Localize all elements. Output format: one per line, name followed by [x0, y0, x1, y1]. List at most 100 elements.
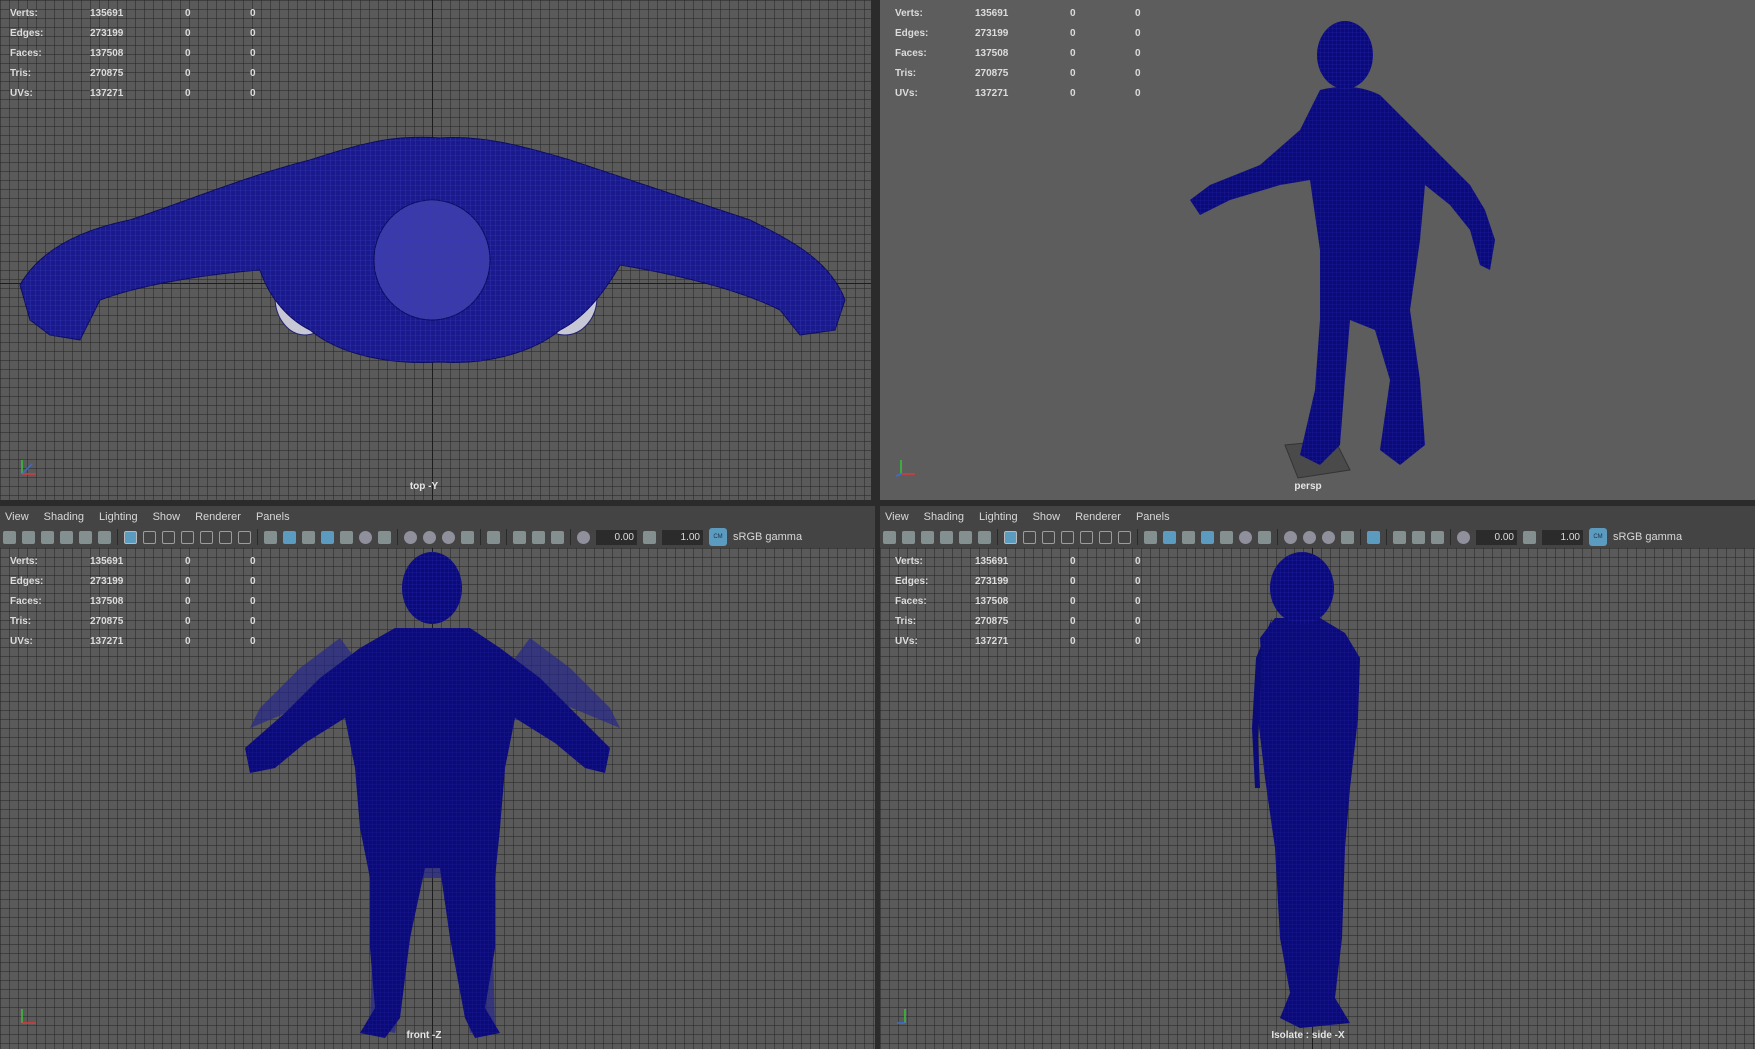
resolution-gate-icon[interactable]: [1042, 530, 1055, 544]
stat-triangles: 0: [250, 555, 256, 567]
gamma-icon[interactable]: [643, 530, 656, 544]
exposure-icon[interactable]: [577, 530, 590, 544]
safe-action-icon[interactable]: [219, 530, 232, 544]
depth-of-field-icon[interactable]: [461, 530, 474, 544]
stat-triangles: 0: [250, 575, 256, 587]
film-gate-icon[interactable]: [1023, 530, 1036, 544]
gate-mask-icon[interactable]: [181, 530, 194, 544]
stat-label: Tris:: [895, 67, 917, 79]
xray-icon[interactable]: [1393, 530, 1406, 544]
film-gate-icon[interactable]: [143, 530, 156, 544]
grid-toggle-icon[interactable]: [1004, 530, 1017, 544]
stats-row: UVs: 137271 0 0: [895, 631, 1165, 651]
xray-joints-icon[interactable]: [1431, 530, 1444, 544]
stat-value: 137271: [975, 635, 1009, 647]
gamma-icon[interactable]: [1523, 530, 1536, 544]
field-chart-icon[interactable]: [200, 530, 213, 544]
grid-toggle-icon[interactable]: [124, 530, 137, 544]
gamma-field[interactable]: 1.00: [662, 529, 703, 545]
stats-row: Tris: 270875 0 0: [10, 611, 280, 631]
camera-attributes-icon[interactable]: [22, 530, 35, 544]
shadows-icon[interactable]: [378, 530, 391, 544]
two-d-pan-zoom-icon[interactable]: [959, 530, 972, 544]
wireframe-icon[interactable]: [1144, 530, 1157, 544]
stat-label: UVs:: [10, 87, 33, 99]
menu-lighting[interactable]: Lighting: [979, 511, 1018, 523]
viewport-persp[interactable]: Verts: 135691 0 0 Edges: 273199 0 0 Faces: 1375…: [880, 0, 1755, 500]
menu-show[interactable]: Show: [153, 511, 181, 523]
menu-panels[interactable]: Panels: [256, 511, 290, 523]
menu-view[interactable]: View: [885, 511, 909, 523]
view-transform-label[interactable]: sRGB gamma: [1613, 531, 1682, 543]
color-management-icon[interactable]: CM: [709, 528, 727, 546]
viewport-top[interactable]: Verts: 135691 0 0 Edges: 273199 0 0 Faces: 1375…: [0, 0, 871, 500]
gate-mask-icon[interactable]: [1061, 530, 1074, 544]
image-plane-icon[interactable]: [60, 530, 73, 544]
select-camera-icon[interactable]: [3, 530, 16, 544]
wireframe-on-shaded-icon[interactable]: [1201, 530, 1214, 544]
viewport-side[interactable]: Verts: 135691 0 0 Edges: 273199 0 0 Faces: 1375…: [880, 548, 1755, 1049]
default-material-icon[interactable]: [1182, 530, 1195, 544]
field-chart-icon[interactable]: [1080, 530, 1093, 544]
stat-triangles: 0: [1135, 635, 1141, 647]
select-camera-icon[interactable]: [883, 530, 896, 544]
screen-space-ao-icon[interactable]: [1284, 530, 1297, 544]
toolbar-separator: [1450, 529, 1451, 545]
toolbar-separator: [1386, 529, 1387, 545]
menu-shading[interactable]: Shading: [44, 511, 84, 523]
bookmark-icon[interactable]: [921, 530, 934, 544]
default-material-icon[interactable]: [302, 530, 315, 544]
motion-blur-icon[interactable]: [423, 530, 436, 544]
image-plane-icon[interactable]: [940, 530, 953, 544]
xray-joints-icon[interactable]: [551, 530, 564, 544]
menu-renderer[interactable]: Renderer: [1075, 511, 1121, 523]
toolbar-separator: [117, 529, 118, 545]
color-management-icon[interactable]: CM: [1589, 528, 1607, 546]
grease-pencil-icon[interactable]: [98, 530, 111, 544]
wireframe-icon[interactable]: [264, 530, 277, 544]
lights-icon[interactable]: [359, 530, 372, 544]
safe-title-icon[interactable]: [238, 530, 251, 544]
two-d-pan-zoom-icon[interactable]: [79, 530, 92, 544]
menu-view[interactable]: View: [5, 511, 29, 523]
exposure-icon[interactable]: [1457, 530, 1470, 544]
smooth-shade-icon[interactable]: [1163, 530, 1176, 544]
camera-attributes-icon[interactable]: [902, 530, 915, 544]
motion-blur-icon[interactable]: [1303, 530, 1316, 544]
wireframe-on-shaded-icon[interactable]: [321, 530, 334, 544]
anti-aliasing-icon[interactable]: [1322, 530, 1335, 544]
toolbar-separator: [1360, 529, 1361, 545]
safe-title-icon[interactable]: [1118, 530, 1131, 544]
anti-aliasing-icon[interactable]: [442, 530, 455, 544]
menu-shading[interactable]: Shading: [924, 511, 964, 523]
xray-active-components-icon[interactable]: [532, 530, 545, 544]
smooth-shade-icon[interactable]: [283, 530, 296, 544]
camera-label: front -Z: [406, 1030, 442, 1041]
textured-icon[interactable]: [1220, 530, 1233, 544]
menu-renderer[interactable]: Renderer: [195, 511, 241, 523]
xray-active-components-icon[interactable]: [1412, 530, 1425, 544]
menu-show[interactable]: Show: [1033, 511, 1061, 523]
view-transform-label[interactable]: sRGB gamma: [733, 531, 802, 543]
grease-pencil-icon[interactable]: [978, 530, 991, 544]
stat-triangles: 0: [250, 27, 256, 39]
exposure-field[interactable]: 0.00: [596, 529, 637, 545]
isolate-select-icon[interactable]: [487, 530, 500, 544]
shadows-icon[interactable]: [1258, 530, 1271, 544]
gamma-field[interactable]: 1.00: [1542, 529, 1583, 545]
menu-lighting[interactable]: Lighting: [99, 511, 138, 523]
depth-of-field-icon[interactable]: [1341, 530, 1354, 544]
safe-action-icon[interactable]: [1099, 530, 1112, 544]
screen-space-ao-icon[interactable]: [404, 530, 417, 544]
stat-selected: 0: [1070, 575, 1076, 587]
xray-icon[interactable]: [513, 530, 526, 544]
viewport-front[interactable]: Verts: 135691 0 0 Edges: 273199 0 0 Faces: 1375…: [0, 548, 875, 1049]
lights-icon[interactable]: [1239, 530, 1252, 544]
bookmark-icon[interactable]: [41, 530, 54, 544]
menu-panels[interactable]: Panels: [1136, 511, 1170, 523]
textured-icon[interactable]: [340, 530, 353, 544]
exposure-field[interactable]: 0.00: [1476, 529, 1517, 545]
stats-row: Edges: 273199 0 0: [10, 571, 280, 591]
isolate-select-icon[interactable]: [1367, 530, 1380, 544]
resolution-gate-icon[interactable]: [162, 530, 175, 544]
